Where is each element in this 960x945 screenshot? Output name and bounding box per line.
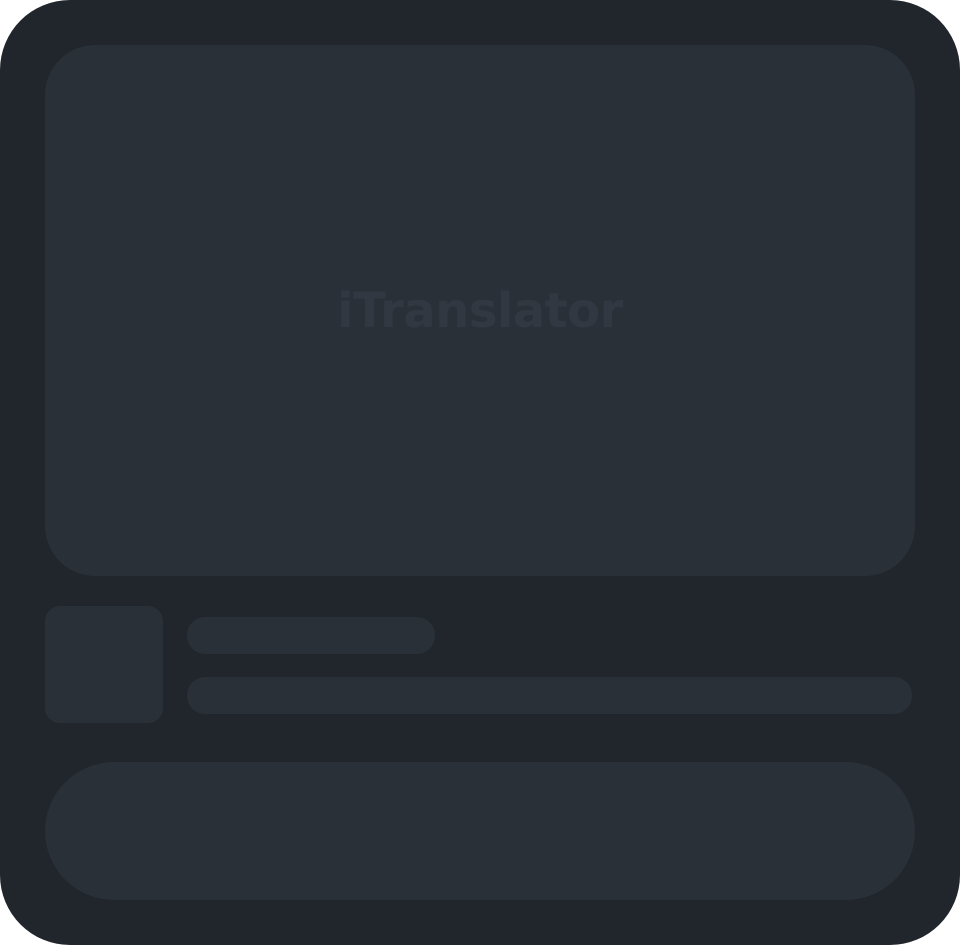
text-line-placeholder-long: [187, 677, 912, 714]
app-title: iTranslator: [337, 283, 623, 339]
text-line-placeholder-short: [187, 617, 435, 654]
loading-card: iTranslator: [0, 0, 960, 945]
action-button-placeholder: [45, 762, 915, 900]
thumbnail-placeholder: [45, 606, 163, 723]
